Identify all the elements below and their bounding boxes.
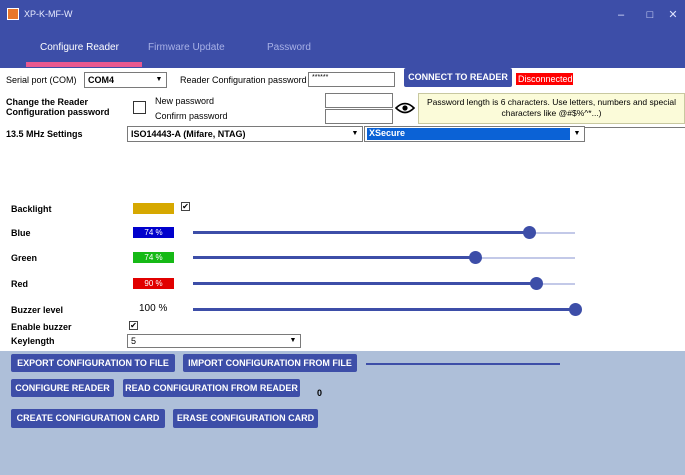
maximize-button[interactable]: □ [641,6,659,24]
chevron-down-icon: ▼ [155,76,163,83]
keylength-label: Keylength [11,336,55,346]
mhz-settings-label: 13.5 MHz Settings [6,129,83,139]
reader-password-label: Reader Configuration password [180,75,307,85]
serial-port-select[interactable]: COM4 ▼ [84,72,167,88]
window-title: XP-K-MF-W [24,9,73,19]
active-tab-indicator [26,62,142,67]
blue-slider-thumb[interactable] [522,226,536,239]
blue-slider-fill [193,231,530,234]
confirm-password-input[interactable] [325,109,393,124]
red-slider-fill [193,282,537,285]
minimize-button[interactable]: – [612,6,630,24]
reader-password-value: ****** [312,74,329,81]
red-value-badge: 90 % [133,278,174,289]
confirm-password-label: Confirm password [155,111,228,121]
chevron-down-icon: ▼ [351,130,359,137]
tab-password[interactable]: Password [267,42,311,53]
red-label: Red [11,279,29,289]
backlight-color-swatch[interactable] [133,203,174,214]
serial-port-value: COM4 [88,75,115,85]
change-password-label: Change the Reader Configuration password [6,97,110,117]
backlight-label: Backlight [11,204,52,214]
configure-reader-button[interactable]: CONFIGURE READER [11,379,114,397]
buzzer-level-label: Buzzer level [11,305,64,315]
erase-configuration-card-button[interactable]: ERASE CONFIGURATION CARD [173,409,318,428]
reader-password-input[interactable]: ****** [308,72,395,87]
tab-firmware-update[interactable]: Firmware Update [148,42,225,53]
security-select-divider [584,127,685,128]
close-button[interactable]: ✕ [664,6,682,24]
blue-value-badge: 74 % [133,227,174,238]
app-icon [7,8,19,20]
green-label: Green [11,253,38,263]
security-value: XSecure [367,128,570,140]
chevron-down-icon: ▼ [289,337,297,344]
new-password-input[interactable] [325,93,393,108]
tab-configure-reader[interactable]: Configure Reader [40,42,119,53]
create-configuration-card-button[interactable]: CREATE CONFIGURATION CARD [11,409,165,428]
progress-bar [366,363,560,365]
export-configuration-button[interactable]: EXPORT CONFIGURATION TO FILE [11,354,175,372]
new-password-label: New password [155,96,215,106]
security-select[interactable]: XSecure ▼ [364,126,585,142]
eye-icon[interactable] [394,101,416,115]
connection-status-badge: Disconnected [516,73,573,85]
title-bar [0,0,685,30]
enable-buzzer-label: Enable buzzer [11,322,72,332]
protocol-value: ISO14443-A (Mifare, NTAG) [131,129,246,139]
enable-buzzer-checkbox[interactable]: ✔ [129,321,138,330]
read-count-value: 0 [317,388,323,398]
buzzer-slider-fill [193,308,575,311]
green-value-badge: 74 % [133,252,174,263]
blue-label: Blue [11,228,31,238]
keylength-value: 5 [131,336,137,346]
backlight-checkbox[interactable]: ✔ [181,202,190,211]
connect-to-reader-button[interactable]: CONNECT TO READER [404,68,512,87]
protocol-select[interactable]: ISO14443-A (Mifare, NTAG) ▼ [127,126,363,142]
chevron-down-icon: ▼ [573,130,581,137]
serial-port-label: Serial port (COM) [6,75,77,85]
green-slider-fill [193,256,476,259]
password-hint: Password length is 6 characters. Use let… [418,93,685,124]
buzzer-slider-thumb[interactable] [568,303,582,316]
change-password-checkbox[interactable] [133,101,146,114]
import-configuration-button[interactable]: IMPORT CONFIGURATION FROM FILE [183,354,357,372]
keylength-select[interactable]: 5 ▼ [127,334,301,348]
buzzer-level-value: 100 % [139,303,168,314]
read-configuration-button[interactable]: READ CONFIGURATION FROM READER [123,379,300,397]
